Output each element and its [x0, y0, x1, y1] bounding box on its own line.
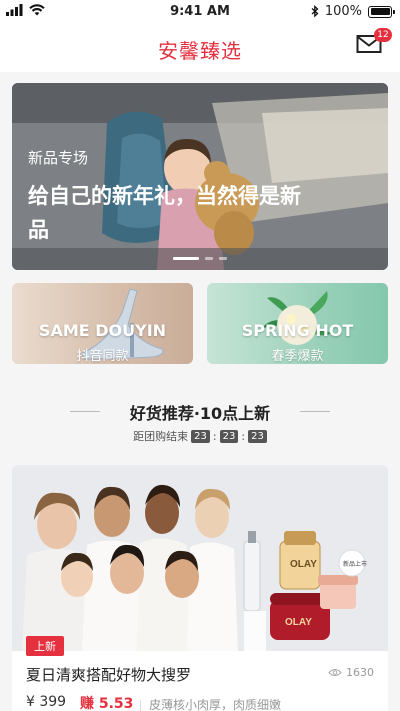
- eye-icon: [328, 669, 342, 676]
- battery-percent: 100%: [324, 4, 362, 19]
- bluetooth-icon: [311, 5, 319, 18]
- product-brand-label: OLAY: [290, 559, 317, 570]
- category-card-douyin[interactable]: SAME DOUYIN 抖音同款: [12, 283, 193, 364]
- banner-tag: 新品专场: [28, 149, 89, 167]
- card-title-cn: 春季爆款: [271, 349, 324, 364]
- category-card-spring[interactable]: SPRING HOT 春季爆款: [207, 283, 388, 364]
- new-badge-label: 新品上市: [343, 560, 367, 568]
- card-title-en: SAME DOUYIN: [38, 321, 167, 340]
- product-description-text: 皮薄核小肉厚，肉质细嫩: [149, 698, 282, 711]
- models-photo: OLAY OLAY 新品上市: [12, 465, 388, 651]
- banner-dot[interactable]: [219, 257, 227, 260]
- section-title-text: 好货推荐·10点上新: [129, 404, 271, 423]
- desc-divider: [140, 700, 141, 711]
- app-title: 安馨臻选: [158, 39, 242, 63]
- view-count-value: 1630: [346, 666, 374, 679]
- hero-banner[interactable]: 新品专场 给自己的新年礼，当然得是新品: [12, 83, 388, 270]
- title-divider-right: [300, 411, 330, 412]
- countdown-minutes: 23: [219, 429, 239, 443]
- product-description: 皮薄核小肉厚，肉质细嫩: [140, 696, 281, 711]
- countdown-separator: :: [212, 429, 217, 443]
- app-header: 安馨臻选 12: [0, 24, 400, 72]
- countdown-hours: 23: [191, 429, 210, 443]
- mail-button[interactable]: 12: [356, 28, 392, 58]
- banner-pagination: [12, 257, 388, 260]
- title-divider-left: [70, 411, 100, 412]
- new-tag: 上新: [26, 636, 64, 656]
- product-brand-label: OLAY: [285, 617, 312, 628]
- battery-icon: [368, 5, 395, 18]
- status-bar: 9:41 AM 100%: [0, 0, 400, 24]
- product-price: ¥ 399: [26, 694, 67, 710]
- mail-badge: 12: [374, 28, 392, 42]
- countdown-seconds: 23: [248, 429, 267, 443]
- card-title-cn: 抖音同款: [76, 349, 129, 364]
- banner-dot[interactable]: [205, 257, 213, 260]
- product-earn: 赚 5.53: [80, 696, 134, 711]
- view-count: 1630: [328, 666, 374, 679]
- product-card[interactable]: OLAY OLAY 新品上市 上新 夏日清爽搭配好物大搜罗 1630 ¥ 399…: [12, 465, 388, 711]
- countdown: 距团购结束 23 : 23 : 23: [0, 428, 400, 444]
- product-image: OLAY OLAY 新品上市: [12, 465, 388, 651]
- banner-dot[interactable]: [173, 257, 199, 260]
- card-title-en: SPRING HOT: [241, 321, 354, 340]
- product-title: 夏日清爽搭配好物大搜罗: [26, 666, 192, 684]
- main-content[interactable]: 新品专场 给自己的新年礼，当然得是新品 SAME DOUYIN 抖音同款 SPR…: [0, 72, 400, 711]
- section-title: 好货推荐·10点上新: [0, 400, 400, 424]
- battery-fill: [370, 8, 390, 15]
- countdown-label: 距团购结束: [133, 430, 189, 443]
- banner-title: 给自己的新年礼，当然得是新品: [28, 184, 301, 242]
- status-right: 100%: [311, 4, 395, 19]
- countdown-separator: :: [241, 429, 246, 443]
